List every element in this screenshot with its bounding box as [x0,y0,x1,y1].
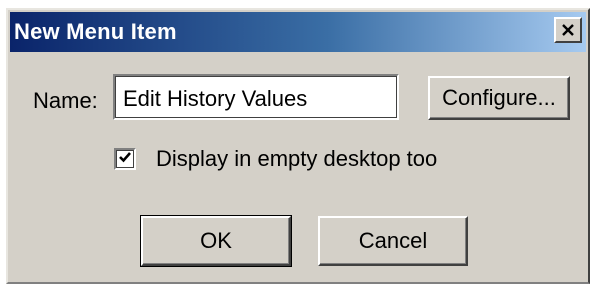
cancel-button[interactable]: Cancel [318,216,468,266]
dialog-window: New Menu Item Name: Edit History Values … [6,8,590,284]
name-label: Name: [33,88,98,113]
display-empty-desktop-option[interactable]: Display in empty desktop too [114,146,437,172]
title-bar[interactable]: New Menu Item [10,12,586,52]
display-empty-desktop-checkbox[interactable] [114,148,136,170]
close-button[interactable] [554,17,582,43]
window-title: New Menu Item [14,19,177,44]
checkmark-icon [118,150,132,169]
ok-button[interactable]: OK [140,215,292,267]
close-icon [561,23,575,37]
configure-button[interactable]: Configure... [428,76,570,120]
name-input[interactable]: Edit History Values [113,74,399,120]
display-empty-desktop-label: Display in empty desktop too [156,146,438,171]
